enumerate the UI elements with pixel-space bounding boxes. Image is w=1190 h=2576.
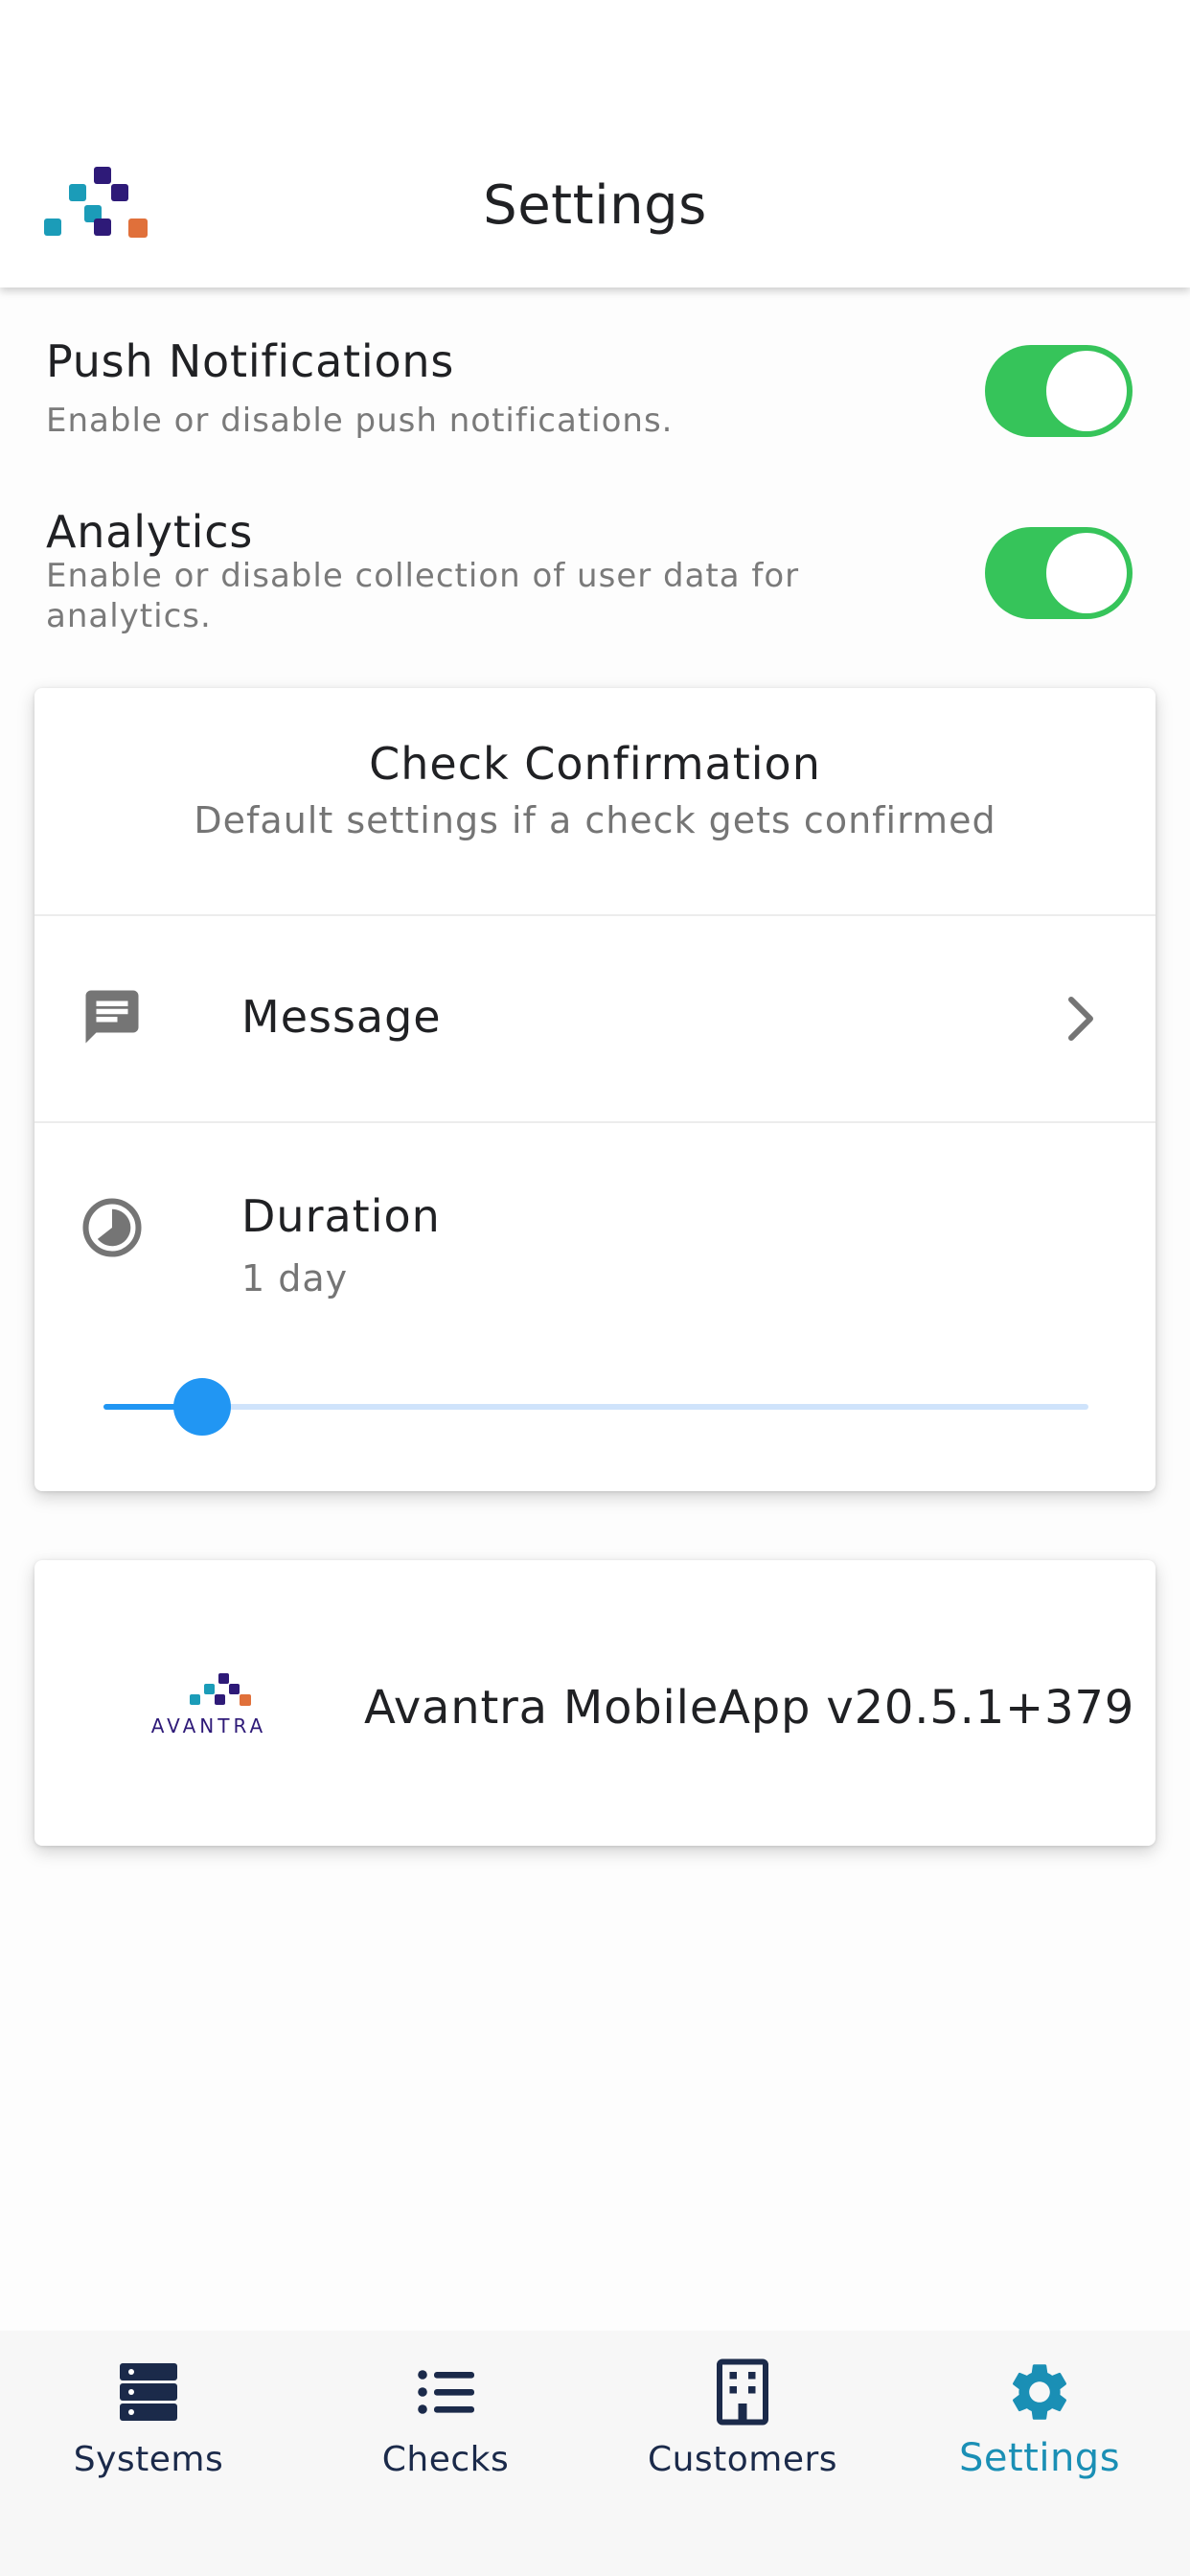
building-icon — [717, 2358, 768, 2426]
nav-label: Systems — [73, 2440, 224, 2479]
toggle-knob — [1046, 351, 1127, 431]
push-notifications-description: Enable or disable push notifications. — [46, 402, 674, 440]
message-row[interactable]: Message — [34, 916, 1156, 1123]
check-confirmation-card: Check Confirmation Default settings if a… — [34, 688, 1156, 1491]
bottom-navigation: Systems Checks Customers Settings — [0, 2331, 1190, 2576]
nav-item-settings[interactable]: Settings — [891, 2331, 1188, 2576]
duration-label: Duration — [241, 1190, 441, 1242]
duration-section: Duration 1 day — [34, 1123, 1156, 1487]
push-notifications-row: Push Notifications Enable or disable pus… — [46, 335, 1148, 441]
message-icon — [85, 990, 139, 1044]
message-label: Message — [241, 991, 442, 1043]
push-notifications-toggle[interactable] — [985, 345, 1133, 437]
nav-label: Settings — [958, 2436, 1121, 2480]
nav-label: Customers — [647, 2440, 838, 2479]
app-version-text: Avantra MobileApp v20.5.1+379 — [364, 1681, 1135, 1735]
duration-value: 1 day — [241, 1257, 349, 1300]
analytics-row: Analytics Enable or disable collection o… — [46, 506, 1148, 636]
duration-slider[interactable] — [103, 1378, 1088, 1436]
about-card: AVANTRA Avantra MobileApp v20.5.1+379 — [34, 1560, 1156, 1846]
gear-icon — [1012, 2364, 1067, 2420]
analytics-toggle[interactable] — [985, 527, 1133, 619]
slider-track — [103, 1404, 1088, 1410]
app-header: Settings — [0, 0, 1190, 288]
card-subtitle: Default settings if a check gets confirm… — [194, 799, 996, 841]
analytics-title: Analytics — [46, 506, 254, 558]
analytics-description-line-1: Enable or disable collection of user dat… — [46, 557, 800, 595]
avantra-logo-text: AVANTRA — [151, 1714, 266, 1737]
nav-item-customers[interactable]: Customers — [594, 2331, 891, 2576]
card-header: Check Confirmation Default settings if a… — [34, 688, 1156, 916]
chevron-right-icon — [1068, 997, 1093, 1041]
card-title: Check Confirmation — [369, 738, 821, 790]
push-notifications-title: Push Notifications — [46, 335, 455, 387]
toggle-knob — [1046, 533, 1127, 613]
page-title: Settings — [483, 174, 707, 237]
nav-label: Checks — [381, 2440, 510, 2479]
list-icon — [418, 2370, 474, 2414]
slider-thumb[interactable] — [173, 1378, 231, 1436]
nav-item-systems[interactable]: Systems — [0, 2331, 297, 2576]
avantra-logo: AVANTRA — [151, 1673, 266, 1737]
server-icon — [120, 2363, 177, 2421]
nav-item-checks[interactable]: Checks — [297, 2331, 594, 2576]
analytics-description-line-2: analytics. — [46, 597, 212, 635]
duration-icon — [82, 1198, 142, 1257]
